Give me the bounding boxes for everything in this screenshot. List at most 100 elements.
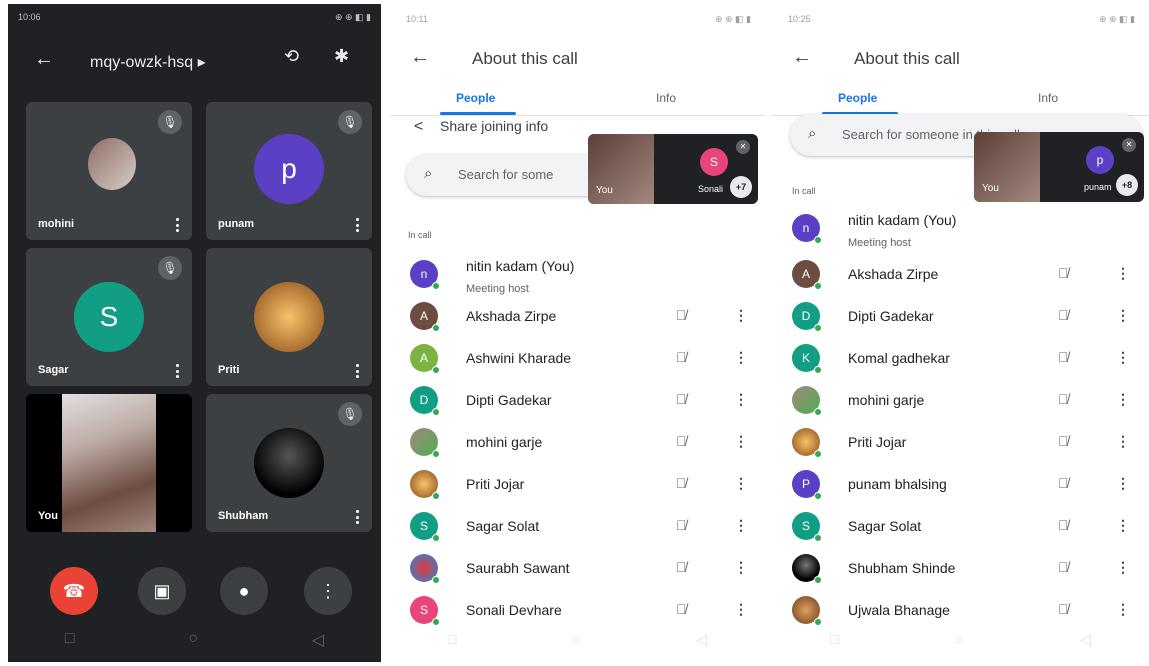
- participant-row-host[interactable]: n nitin kadam (You) Meeting host: [390, 254, 765, 296]
- more-options-icon[interactable]: [356, 510, 360, 524]
- mic-off-icon[interactable]: 🎙̸: [1058, 433, 1069, 449]
- participant-row[interactable]: A Akshada Zirpe 🎙̸ ⋮: [390, 296, 765, 338]
- participant-row[interactable]: P punam bhalsing 🎙̸ ⋮: [772, 464, 1149, 506]
- more-options-icon[interactable]: ⋮: [1116, 433, 1130, 450]
- more-options-icon[interactable]: ⋮: [734, 349, 748, 366]
- mic-off-icon[interactable]: 🎙̸: [676, 517, 687, 533]
- mic-off-icon[interactable]: 🎙̸: [1058, 391, 1069, 407]
- more-options-icon[interactable]: [176, 364, 180, 378]
- online-status-icon: [814, 576, 822, 584]
- recents-icon[interactable]: □: [830, 631, 838, 648]
- tab-info[interactable]: Info: [656, 91, 676, 105]
- back-icon[interactable]: ◁: [696, 631, 707, 648]
- participant-tile-sagar[interactable]: 🎙 S Sagar: [26, 248, 192, 386]
- participant-row[interactable]: S Sagar Solat 🎙̸ ⋮: [390, 506, 765, 548]
- mic-off-icon[interactable]: 🎙̸: [1058, 475, 1069, 491]
- more-options-icon[interactable]: ⋮: [1116, 601, 1130, 618]
- more-options-button[interactable]: ⋮: [304, 567, 352, 615]
- participant-row[interactable]: Shubham Shinde 🎙̸ ⋮: [772, 548, 1149, 590]
- mic-off-icon[interactable]: 🎙̸: [676, 391, 687, 407]
- home-icon[interactable]: ○: [572, 631, 580, 648]
- tab-people[interactable]: People: [838, 91, 877, 105]
- mic-off-icon[interactable]: 🎙̸: [676, 307, 687, 323]
- microphone-button[interactable]: ●: [220, 567, 268, 615]
- meeting-code[interactable]: mqy-owzk-hsq ▸: [90, 52, 206, 72]
- participant-row[interactable]: Ujwala Bhanage 🎙̸ ⋮: [772, 590, 1149, 632]
- mic-off-icon[interactable]: 🎙̸: [1058, 517, 1069, 533]
- home-icon[interactable]: ○: [188, 630, 198, 650]
- more-options-icon[interactable]: ⋮: [734, 475, 748, 492]
- more-options-icon[interactable]: ⋮: [1116, 349, 1130, 366]
- recents-icon[interactable]: □: [448, 631, 456, 648]
- in-call-label: In call: [792, 186, 816, 196]
- more-options-icon[interactable]: ⋮: [734, 433, 748, 450]
- online-status-icon: [432, 576, 440, 584]
- participant-row[interactable]: A Ashwini Kharade 🎙̸ ⋮: [390, 338, 765, 380]
- camera-button[interactable]: ▣: [138, 567, 186, 615]
- back-arrow-icon[interactable]: ←: [410, 46, 430, 69]
- back-arrow-icon[interactable]: ←: [792, 46, 812, 69]
- recents-icon[interactable]: □: [65, 630, 75, 650]
- online-status-icon: [814, 450, 822, 458]
- participant-tile-punam[interactable]: 🎙 p punam: [206, 102, 372, 240]
- participant-row[interactable]: Priti Jojar 🎙̸ ⋮: [772, 422, 1149, 464]
- end-call-button[interactable]: ☎: [50, 567, 98, 615]
- more-options-icon[interactable]: [176, 218, 180, 232]
- more-options-icon[interactable]: ⋮: [734, 601, 748, 618]
- more-options-icon[interactable]: ⋮: [1116, 391, 1130, 408]
- more-options-icon[interactable]: ⋮: [734, 391, 748, 408]
- picture-in-picture[interactable]: You ✕ S Sonali +7: [588, 134, 758, 204]
- participant-row[interactable]: mohini garje 🎙̸ ⋮: [390, 422, 765, 464]
- more-options-icon[interactable]: [356, 364, 360, 378]
- participant-row[interactable]: D Dipti Gadekar 🎙̸ ⋮: [390, 380, 765, 422]
- mic-off-icon[interactable]: 🎙̸: [1058, 307, 1069, 323]
- bluetooth-icon[interactable]: ✱: [334, 46, 349, 67]
- participant-row[interactable]: A Akshada Zirpe 🎙̸ ⋮: [772, 254, 1149, 296]
- mic-off-icon[interactable]: 🎙̸: [1058, 559, 1069, 575]
- online-status-icon: [432, 534, 440, 542]
- participant-role: Meeting host: [848, 237, 911, 249]
- mic-off-icon[interactable]: 🎙̸: [1058, 601, 1069, 617]
- mic-off-icon[interactable]: 🎙̸: [1058, 265, 1069, 281]
- more-options-icon[interactable]: ⋮: [734, 307, 748, 324]
- participant-row[interactable]: Priti Jojar 🎙̸ ⋮: [390, 464, 765, 506]
- participant-row-host[interactable]: n nitin kadam (You) Meeting host: [772, 208, 1149, 250]
- more-options-icon[interactable]: ⋮: [1116, 517, 1130, 534]
- tile-name: Shubham: [218, 510, 269, 522]
- home-icon[interactable]: ○: [955, 631, 963, 648]
- more-options-icon[interactable]: ⋮: [734, 559, 748, 576]
- mic-off-icon[interactable]: 🎙̸: [676, 349, 687, 365]
- mic-off-icon[interactable]: 🎙̸: [676, 433, 687, 449]
- participant-row[interactable]: D Dipti Gadekar 🎙̸ ⋮: [772, 296, 1149, 338]
- tab-info[interactable]: Info: [1038, 91, 1058, 105]
- participant-row[interactable]: K Komal gadhekar 🎙̸ ⋮: [772, 338, 1149, 380]
- participant-row[interactable]: S Sagar Solat 🎙̸ ⋮: [772, 506, 1149, 548]
- tab-people[interactable]: People: [456, 91, 495, 105]
- back-icon[interactable]: ◁: [312, 630, 324, 650]
- picture-in-picture[interactable]: You ✕ p punam +8: [974, 132, 1144, 202]
- back-arrow-icon[interactable]: ←: [34, 48, 54, 71]
- mic-off-icon[interactable]: 🎙̸: [676, 559, 687, 575]
- system-nav-bar: □ ○ ◁: [8, 630, 381, 650]
- more-options-icon[interactable]: ⋮: [734, 517, 748, 534]
- more-options-icon[interactable]: [356, 218, 360, 232]
- tile-name: Sagar: [38, 364, 69, 376]
- more-participants-badge: +7: [730, 176, 752, 198]
- share-joining-info-button[interactable]: < Share joining info: [414, 118, 548, 136]
- participant-row[interactable]: Saurabh Sawant 🎙̸ ⋮: [390, 548, 765, 590]
- participant-row[interactable]: mohini garje 🎙̸ ⋮: [772, 380, 1149, 422]
- participant-tile-shubham[interactable]: 🎙 Shubham: [206, 394, 372, 532]
- back-icon[interactable]: ◁: [1080, 631, 1091, 648]
- mic-off-icon[interactable]: 🎙̸: [676, 475, 687, 491]
- more-options-icon[interactable]: ⋮: [1116, 475, 1130, 492]
- participant-row[interactable]: S Sonali Devhare 🎙̸ ⋮: [390, 590, 765, 632]
- mic-off-icon[interactable]: 🎙̸: [676, 601, 687, 617]
- more-options-icon[interactable]: ⋮: [1116, 265, 1130, 282]
- participant-tile-mohini[interactable]: 🎙 mohini: [26, 102, 192, 240]
- participant-tile-priti[interactable]: Priti: [206, 248, 372, 386]
- more-options-icon[interactable]: ⋮: [1116, 307, 1130, 324]
- mic-off-icon[interactable]: 🎙̸: [1058, 349, 1069, 365]
- participant-tile-you[interactable]: You: [26, 394, 192, 532]
- switch-camera-icon[interactable]: ⟲: [284, 46, 299, 67]
- more-options-icon[interactable]: ⋮: [1116, 559, 1130, 576]
